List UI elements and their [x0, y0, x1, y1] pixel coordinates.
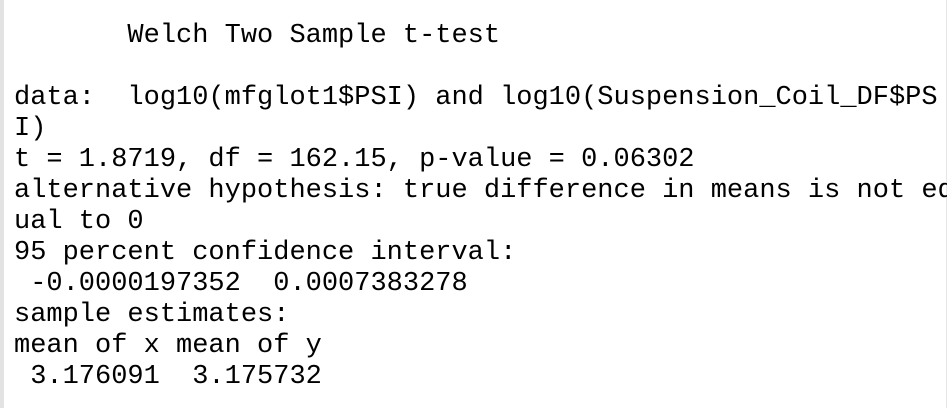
alternative-hypothesis-line: alternative hypothesis: true difference …	[14, 176, 947, 206]
sample-estimates-values: 3.176091 3.175732	[14, 362, 322, 392]
sample-estimates-label: sample estimates:	[14, 300, 290, 330]
confidence-interval-values: -0.0000197352 0.0007383278	[14, 269, 468, 299]
test-statistic-line: t = 1.8719, df = 162.15, p-value = 0.063…	[14, 145, 695, 175]
alternative-hypothesis-wrap: ual to 0	[14, 207, 144, 237]
sample-estimates-header: mean of x mean of y	[14, 331, 322, 361]
data-line-wrap: I)	[14, 114, 47, 144]
test-title: Welch Two Sample t-test	[14, 21, 501, 51]
console-output-panel: Welch Two Sample t-test data: log10(mfglo…	[0, 0, 947, 408]
r-console-text: Welch Two Sample t-test data: log10(mfglo…	[14, 21, 947, 393]
data-line: data: log10(mfglot1$PSI) and log10(Suspe…	[14, 83, 938, 113]
confidence-interval-label: 95 percent confidence interval:	[14, 238, 517, 268]
